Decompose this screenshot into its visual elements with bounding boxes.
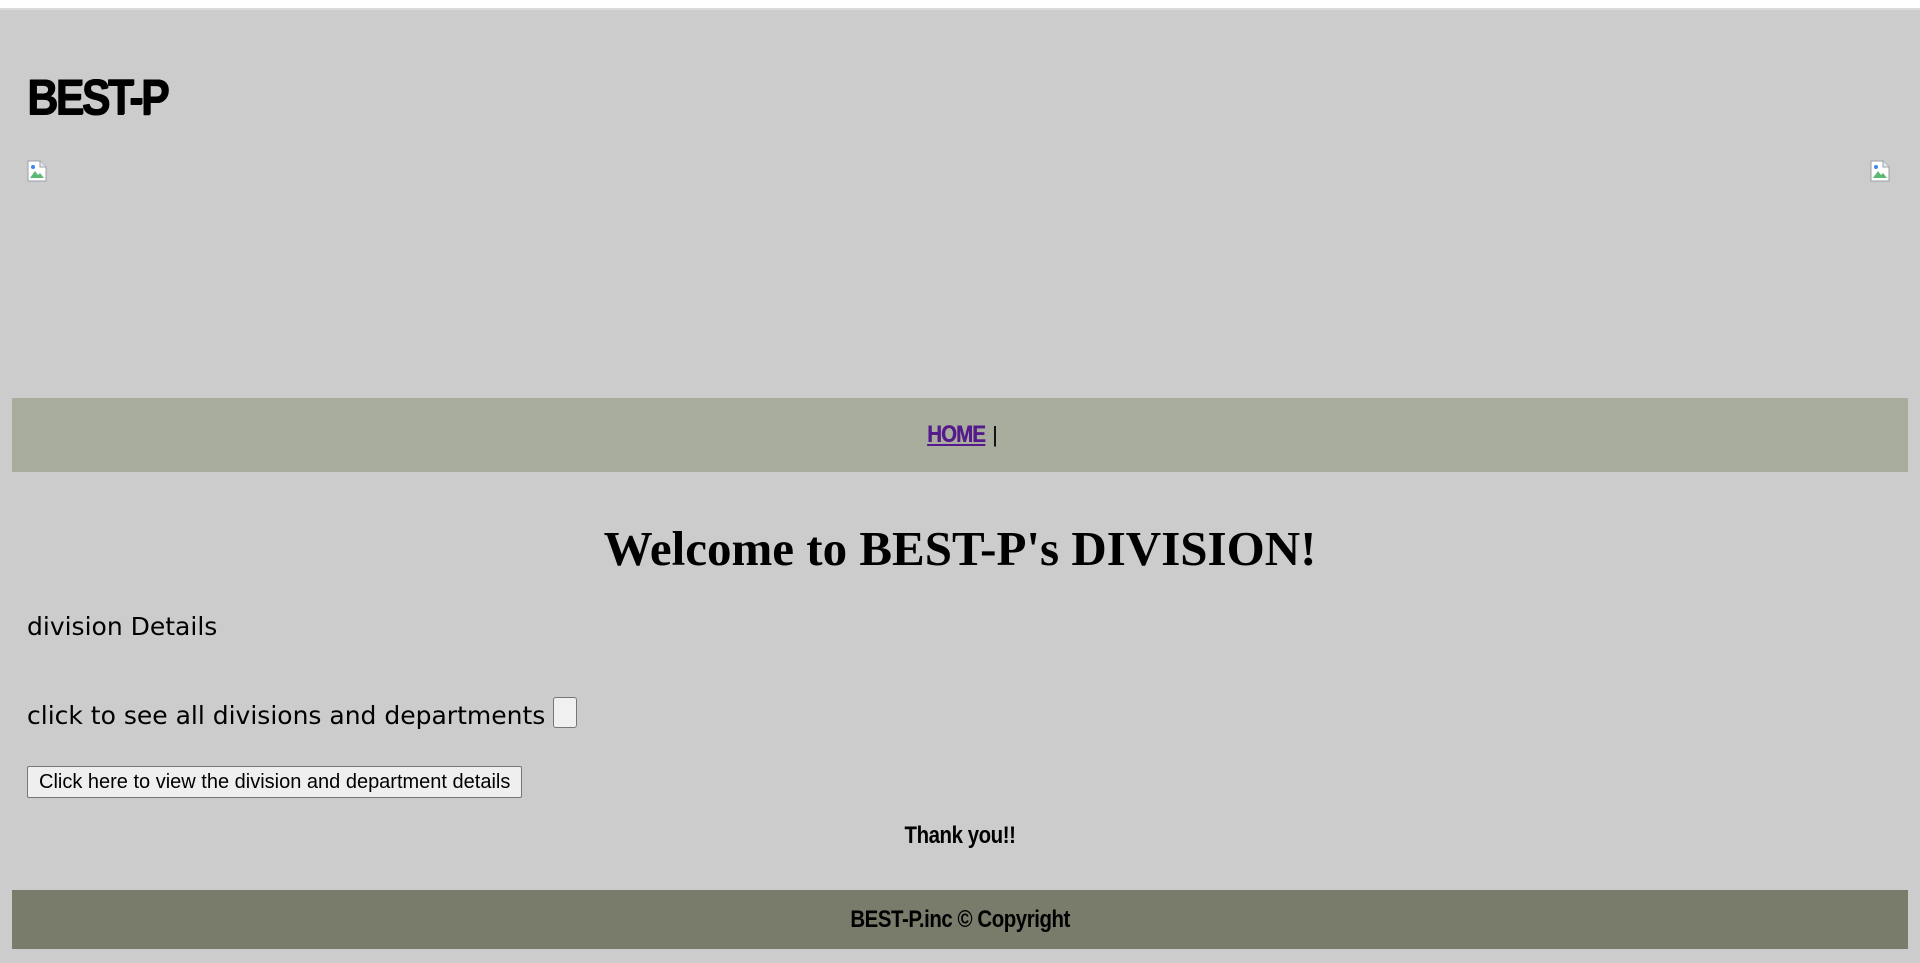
division-details-label: division Details [27,612,218,641]
footer: BEST-P.inc © Copyright [12,890,1908,949]
nav-separator: | [992,422,998,447]
nav-bar: HOME | [12,398,1908,472]
broken-image-icon [27,160,49,182]
home-link[interactable]: HOME [927,421,986,449]
see-all-label: click to see all divisions and departmen… [27,701,546,730]
see-all-row: click to see all divisions and departmen… [27,697,578,730]
view-details-button[interactable]: Click here to view the division and depa… [27,766,523,798]
welcome-heading: Welcome to BEST-P's DIVISION! [603,521,1317,576]
broken-image-icon [1870,160,1892,182]
copyright-text: BEST-P.inc © Copyright [850,905,1070,933]
top-border [0,0,1920,10]
site-brand: BEST-P [27,69,169,125]
thank-you-text: Thank you!! [904,822,1016,849]
see-all-checkbox[interactable] [553,697,578,728]
